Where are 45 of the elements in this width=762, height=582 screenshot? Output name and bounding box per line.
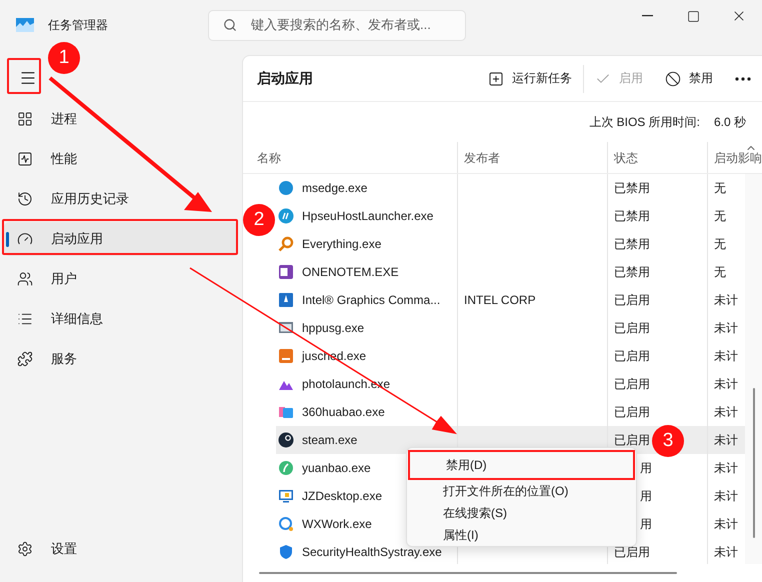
table-cell: 360huabao.exe [302, 405, 385, 419]
table-cell: JZDesktop.exe [302, 489, 382, 503]
column-header[interactable]: 启动影响 [707, 142, 762, 173]
nav-item[interactable]: 详细信息 [4, 302, 238, 336]
toolbar-button[interactable]: 运行新任务 [477, 64, 583, 94]
nav-item[interactable]: 启动应用 [4, 222, 238, 256]
column-header[interactable]: 发布者 [457, 142, 607, 173]
nav-item[interactable]: 进程 [4, 102, 238, 136]
nav-item[interactable]: 应用历史记录 [4, 182, 238, 216]
table-cell: 已启用 [607, 370, 707, 398]
table-row[interactable]: Intel® Graphics Comma... INTEL CORP 已启用 未计 [276, 286, 745, 314]
table-cell: WXWork.exe [302, 517, 372, 531]
menu-item[interactable]: 禁用(D) [408, 450, 635, 480]
table-cell: Everything.exe [302, 237, 382, 251]
column-header[interactable]: 名称 [243, 142, 457, 173]
table-cell: SecurityHealthSystray.exe [302, 545, 442, 559]
toolbar-button[interactable]: 禁用 [654, 64, 724, 94]
table-cell: msedge.exe [302, 181, 368, 195]
table-cell: INTEL CORP [457, 286, 607, 314]
window-title: 任务管理器 [48, 16, 109, 34]
table-row[interactable]: HpseuHostLauncher.exe 已禁用 无 [276, 202, 745, 230]
step-badge: 1 [48, 42, 80, 74]
bios-time-label: 上次 BIOS 所用时间: [589, 114, 700, 130]
table-cell: 已禁用 [607, 258, 707, 286]
table-cell: 已启用 [607, 286, 707, 314]
column-header[interactable]: 状态 [607, 142, 707, 173]
table-cell: 已禁用 [607, 174, 707, 202]
table-cell: 已禁用 [607, 202, 707, 230]
nav-item[interactable]: 用户 [4, 262, 238, 296]
page-title: 启动应用 [257, 70, 313, 88]
table-cell: HpseuHostLauncher.exe [302, 209, 434, 223]
table-cell: 已启用 [607, 314, 707, 342]
table-cell: Intel® Graphics Comma... [302, 293, 440, 307]
table-cell: steam.exe [302, 433, 358, 447]
search-field[interactable]: 键入要搜索的名称、发布者或... [208, 10, 466, 40]
table-row[interactable]: ONENOTEM.EXE 已禁用 无 [276, 258, 745, 286]
nav-item[interactable]: 性能 [4, 142, 238, 176]
settings-item[interactable]: 设置 [4, 532, 238, 566]
table-cell: 已启用 [607, 342, 707, 370]
table-cell: ONENOTEM.EXE [302, 265, 399, 279]
bios-time-value: 6.0 秒 [714, 114, 746, 130]
table-cell: yuanbao.exe [302, 461, 371, 475]
table-cell: hppusg.exe [302, 321, 364, 335]
table-cell: 已禁用 [607, 230, 707, 258]
nav-item[interactable]: 服务 [4, 342, 238, 376]
